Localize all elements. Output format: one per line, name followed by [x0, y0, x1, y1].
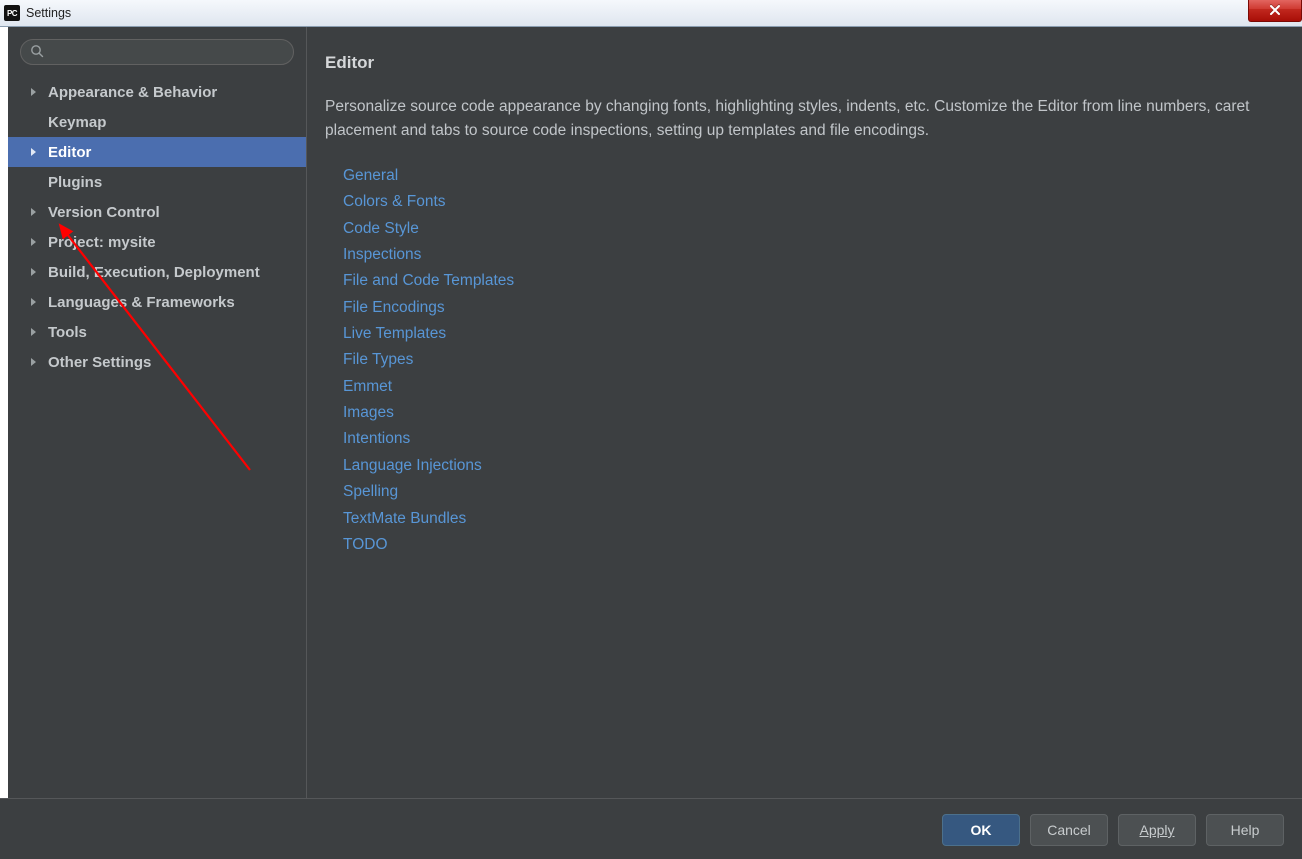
editor-sublink[interactable]: Language Injections [343, 453, 1284, 479]
settings-tree: Appearance & Behavior Keymap Editor Plugins… [8, 77, 306, 377]
editor-sublink[interactable]: File Types [343, 347, 1284, 373]
tree-item-label: Plugins [48, 174, 102, 191]
chevron-right-icon [30, 267, 42, 277]
editor-sublink[interactable]: Live Templates [343, 321, 1284, 347]
tree-item-label: Other Settings [48, 354, 151, 371]
tree-item[interactable]: Editor [8, 137, 306, 167]
tree-item[interactable]: Tools [8, 317, 306, 347]
tree-item-label: Appearance & Behavior [48, 84, 217, 101]
settings-sidebar: Appearance & Behavior Keymap Editor Plugins… [0, 27, 307, 798]
editor-sublink[interactable]: File Encodings [343, 295, 1284, 321]
chevron-right-icon [30, 357, 42, 367]
editor-sublink[interactable]: Emmet [343, 374, 1284, 400]
page-description: Personalize source code appearance by ch… [325, 95, 1255, 143]
tree-item[interactable]: Other Settings [8, 347, 306, 377]
tree-item-label: Version Control [48, 204, 160, 221]
chevron-right-icon [30, 297, 42, 307]
tree-item[interactable]: Plugins [8, 167, 306, 197]
editor-subpage-links: GeneralColors & FontsCode StyleInspectio… [325, 163, 1284, 558]
chevron-right-icon [30, 147, 42, 157]
editor-sublink[interactable]: File and Code Templates [343, 268, 1284, 294]
editor-sublink[interactable]: Colors & Fonts [343, 189, 1284, 215]
tree-item[interactable]: Appearance & Behavior [8, 77, 306, 107]
tree-item-label: Project: mysite [48, 234, 156, 251]
settings-content: Editor Personalize source code appearanc… [307, 27, 1302, 798]
editor-sublink[interactable]: Inspections [343, 242, 1284, 268]
search-input[interactable] [20, 39, 294, 65]
help-button[interactable]: Help [1206, 814, 1284, 846]
tree-item[interactable]: Build, Execution, Deployment [8, 257, 306, 287]
editor-sublink[interactable]: Spelling [343, 479, 1284, 505]
tree-item-label: Editor [48, 144, 91, 161]
search-icon [30, 44, 44, 61]
window-title: Settings [26, 6, 71, 20]
chevron-right-icon [30, 207, 42, 217]
editor-sublink[interactable]: General [343, 163, 1284, 189]
editor-sublink[interactable]: TODO [343, 532, 1284, 558]
editor-sublink[interactable]: TextMate Bundles [343, 506, 1284, 532]
close-icon [1269, 4, 1281, 16]
tree-item-label: Keymap [48, 114, 106, 131]
editor-sublink[interactable]: Images [343, 400, 1284, 426]
chevron-right-icon [30, 87, 42, 97]
tree-item[interactable]: Version Control [8, 197, 306, 227]
cancel-button[interactable]: Cancel [1030, 814, 1108, 846]
chevron-right-icon [30, 327, 42, 337]
chevron-right-icon [30, 237, 42, 247]
tree-item-label: Build, Execution, Deployment [48, 264, 260, 281]
dialog-button-row: OK Cancel Apply Help [0, 798, 1302, 859]
tree-item[interactable]: Languages & Frameworks [8, 287, 306, 317]
tree-item-label: Tools [48, 324, 87, 341]
tree-item[interactable]: Keymap [8, 107, 306, 137]
tree-item[interactable]: Project: mysite [8, 227, 306, 257]
title-bar: PC Settings [0, 0, 1302, 27]
editor-sublink[interactable]: Intentions [343, 426, 1284, 452]
editor-sublink[interactable]: Code Style [343, 216, 1284, 242]
ok-button[interactable]: OK [942, 814, 1020, 846]
tree-item-label: Languages & Frameworks [48, 294, 235, 311]
app-icon: PC [4, 5, 20, 21]
page-title: Editor [325, 53, 1284, 73]
apply-button[interactable]: Apply [1118, 814, 1196, 846]
close-button[interactable] [1248, 0, 1302, 22]
